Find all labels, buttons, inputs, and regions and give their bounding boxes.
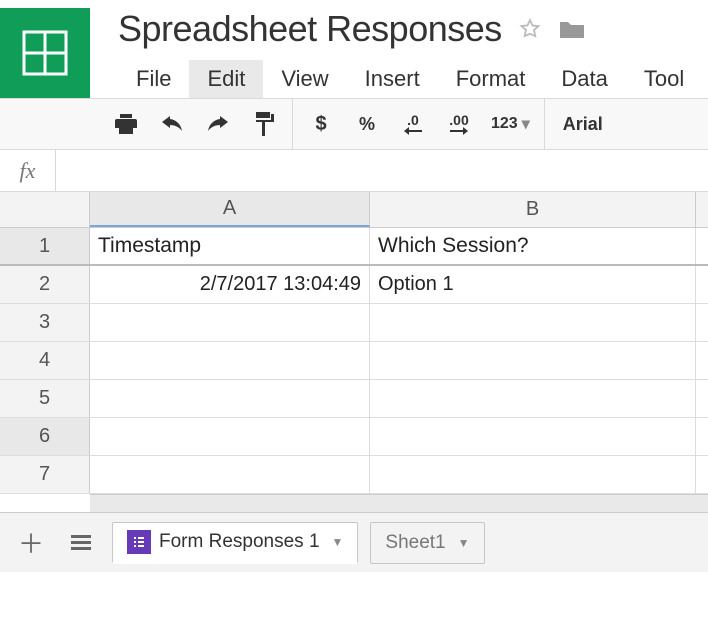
cell[interactable] [370,418,696,455]
cell[interactable] [370,304,696,341]
number-format-label: 123 [491,115,518,133]
decrease-decimal-label: .0 [407,113,419,127]
menu-file[interactable]: File [118,60,189,98]
horizontal-scrollbar[interactable] [90,494,708,512]
increase-decimal-button[interactable]: .00 [445,110,473,138]
cell-a2[interactable]: 2/7/2017 13:04:49 [90,266,370,303]
row-header[interactable]: 3 [0,304,90,341]
cell[interactable] [90,342,370,379]
fx-label: fx [0,150,56,191]
sheet-tab-label: Form Responses 1 [159,531,320,553]
dropdown-icon: ▾ [522,114,530,134]
print-icon[interactable] [112,110,140,138]
folder-icon[interactable] [558,17,586,41]
cell-a1[interactable]: Timestamp [90,228,370,264]
sheets-logo [0,8,90,98]
cell[interactable] [370,342,696,379]
form-icon [127,530,151,554]
cell[interactable] [90,304,370,341]
paint-format-icon[interactable] [250,110,278,138]
undo-icon[interactable] [158,110,186,138]
row-header[interactable]: 5 [0,380,90,417]
cell[interactable] [370,380,696,417]
all-sheets-button[interactable] [62,524,100,562]
cell[interactable] [90,380,370,417]
cell-b1[interactable]: Which Session? [370,228,696,264]
sheet-tab-label: Sheet1 [385,532,445,554]
menu-format[interactable]: Format [438,60,544,98]
spreadsheet-grid[interactable]: A B 1 Timestamp Which Session? 2 2/7/201… [0,192,708,512]
row-header[interactable]: 7 [0,456,90,493]
cell[interactable] [90,456,370,493]
dropdown-icon[interactable]: ▼ [332,535,344,549]
row-header[interactable]: 4 [0,342,90,379]
row-header[interactable]: 2 [0,266,90,303]
number-format-button[interactable]: 123 ▾ [491,114,530,134]
menu-view[interactable]: View [263,60,346,98]
formula-input[interactable] [56,150,708,191]
document-title[interactable]: Spreadsheet Responses [118,8,502,50]
font-family-select[interactable]: Arial [545,114,621,135]
column-header-a[interactable]: A [90,192,370,227]
sheet-tab-sheet1[interactable]: Sheet1 ▼ [370,522,484,564]
cell[interactable] [370,456,696,493]
percent-button[interactable]: % [353,110,381,138]
menu-data[interactable]: Data [543,60,625,98]
redo-icon[interactable] [204,110,232,138]
menu-edit[interactable]: Edit [189,60,263,98]
toolbar: $ % .0 .00 123 ▾ Arial [0,98,708,150]
cell-b2[interactable]: Option 1 [370,266,696,303]
decrease-decimal-button[interactable]: .0 [399,110,427,138]
add-sheet-button[interactable]: ＋ [12,524,50,562]
menu-insert[interactable]: Insert [347,60,438,98]
increase-decimal-label: .00 [449,113,468,127]
column-header-b[interactable]: B [370,192,696,227]
row-header[interactable]: 1 [0,228,90,264]
row-header[interactable]: 6 [0,418,90,455]
menu-tools[interactable]: Tool [626,60,702,98]
sheet-tab-form-responses[interactable]: Form Responses 1 ▼ [112,522,358,564]
dropdown-icon[interactable]: ▼ [458,536,470,550]
star-icon[interactable] [518,17,542,41]
cell[interactable] [90,418,370,455]
currency-button[interactable]: $ [307,110,335,138]
select-all-corner[interactable] [0,192,90,227]
